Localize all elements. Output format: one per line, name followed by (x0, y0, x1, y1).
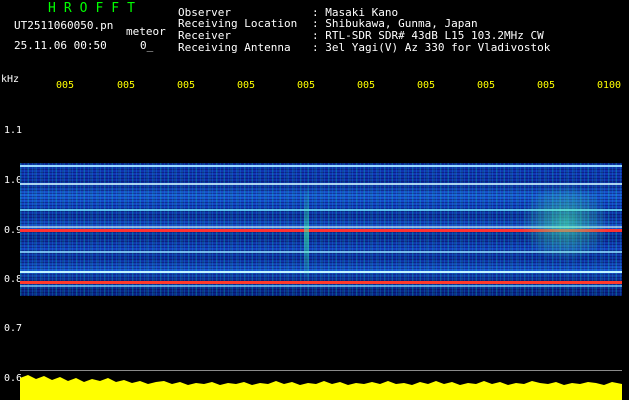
hrofft-window: HROFFT UT2511060050.pn meteor 25.11.06 0… (0, 0, 629, 400)
spectral-line (20, 165, 622, 167)
time-tick: 005 (117, 80, 136, 91)
time-tick: 005 (177, 80, 196, 91)
time-tick: 005 (237, 80, 256, 91)
antenna-label: Receiving Antenna (178, 41, 291, 54)
time-tick: 0100 (597, 80, 622, 91)
antenna-value: : 3el Yagi(V) Az 330 for Vladivostok (312, 41, 551, 54)
frequency-unit-label: kHz (1, 74, 20, 85)
time-tick: 005 (56, 80, 75, 91)
freq-tick: 1.1 (4, 125, 23, 136)
spectrogram-waterfall (20, 163, 622, 296)
timestamp-label: 25.11.06 00:50 (14, 39, 107, 52)
mode-label: meteor (126, 25, 166, 38)
spectral-line (20, 285, 622, 287)
echo-patch (520, 183, 610, 263)
time-tick: 005 (417, 80, 436, 91)
app-title: HROFFT (48, 1, 143, 16)
filename-label: UT2511060050.pn (14, 19, 114, 32)
time-tick: 005 (357, 80, 376, 91)
time-tick: 005 (297, 80, 316, 91)
baseline-grid (20, 370, 622, 371)
time-tick: 005 (477, 80, 496, 91)
spectral-line (20, 271, 622, 273)
time-tick: 005 (537, 80, 556, 91)
carrier-line-lower (20, 281, 622, 284)
freq-tick: 0.7 (4, 323, 23, 334)
meteor-echo (304, 185, 309, 285)
amplitude-strip (20, 375, 622, 400)
count-label: 0_ (140, 39, 154, 52)
